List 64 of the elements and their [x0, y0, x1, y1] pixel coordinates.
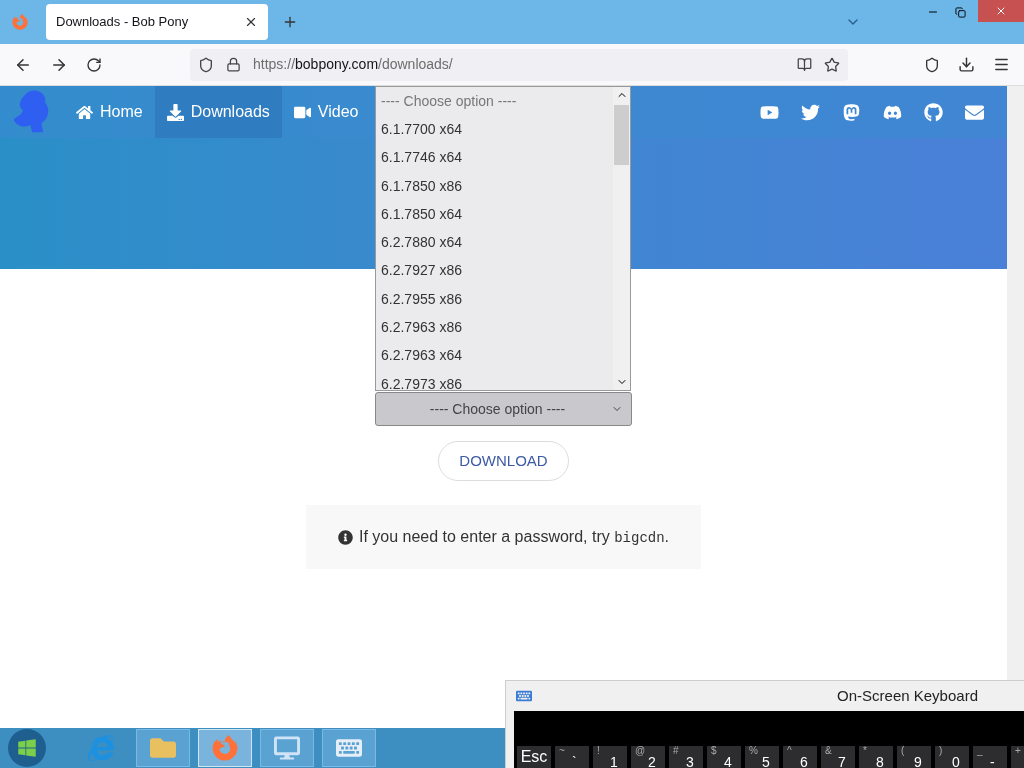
- folder-icon: [150, 735, 176, 761]
- dropdown-option[interactable]: 6.2.7880 x64: [381, 228, 613, 257]
- reload-icon[interactable]: [86, 56, 102, 73]
- download-icon: [166, 103, 184, 121]
- windows-logo-icon: [17, 738, 37, 758]
- keyboard-key[interactable]: ) 0: [935, 746, 969, 768]
- keyboard-key[interactable]: @ 2: [631, 746, 665, 768]
- dropdown-option[interactable]: 6.2.7963 x86: [381, 313, 613, 342]
- browser-icon: [88, 735, 114, 761]
- bookmark-star-icon[interactable]: [824, 56, 840, 73]
- address-bar[interactable]: https://bobpony.com/downloads/: [190, 48, 848, 81]
- keyboard-icon: [516, 688, 532, 704]
- restore-icon[interactable]: [955, 6, 966, 18]
- nav-link[interactable]: Downloads: [154, 86, 282, 138]
- scrollbar[interactable]: [613, 87, 630, 390]
- version-select[interactable]: ---- Choose option ----: [375, 392, 632, 426]
- dropdown-option[interactable]: 6.1.7700 x64: [381, 115, 613, 144]
- dropdown-option[interactable]: 6.1.7850 x86: [381, 171, 613, 201]
- taskbar-app[interactable]: [260, 729, 314, 767]
- nav-link[interactable]: Home: [64, 86, 155, 138]
- close-icon[interactable]: [244, 15, 258, 29]
- keyboard-key[interactable]: ~ `: [555, 746, 589, 768]
- downloads-icon[interactable]: [958, 56, 975, 73]
- keyboard-key[interactable]: +: [1011, 746, 1024, 768]
- firefox-icon: [212, 735, 238, 761]
- url-text: https://bobpony.com/downloads/: [253, 55, 454, 74]
- notice-text: If you need to enter a password, try bigcdn.: [358, 527, 670, 548]
- keyboard-key[interactable]: % 5: [745, 746, 779, 768]
- keyboard-key[interactable]: * 8: [859, 746, 893, 768]
- taskbar-app[interactable]: [322, 729, 376, 767]
- dropdown-option[interactable]: 6.2.7955 x86: [381, 285, 613, 314]
- shield-icon[interactable]: [198, 56, 214, 73]
- keyboard-key[interactable]: # 3: [669, 746, 703, 768]
- nav-link[interactable]: Video: [281, 86, 371, 138]
- keyboard-key[interactable]: ! 1: [593, 746, 627, 768]
- keyboard-key[interactable]: _ -: [973, 746, 1007, 768]
- dropdown-option[interactable]: ---- Choose option ----: [381, 87, 613, 116]
- keyboard-key[interactable]: ^ 6: [783, 746, 817, 768]
- download-button[interactable]: DOWNLOAD: [438, 441, 569, 481]
- reader-view-icon[interactable]: [797, 57, 812, 72]
- keyboard-key[interactable]: & 7: [821, 746, 855, 768]
- dropdown-option[interactable]: 6.2.7963 x64: [381, 341, 613, 370]
- house-icon: [76, 103, 93, 121]
- start-button[interactable]: [8, 729, 46, 767]
- mail-icon[interactable]: [965, 102, 984, 122]
- dropdown-option[interactable]: 6.1.7746 x64: [381, 143, 613, 172]
- info-icon: [337, 529, 353, 545]
- github-icon[interactable]: [924, 102, 943, 122]
- lock-icon[interactable]: [226, 57, 241, 72]
- dropdown-option[interactable]: 6.2.7973 x86: [381, 369, 613, 390]
- twitter-icon[interactable]: [801, 102, 820, 122]
- close-icon: [995, 5, 1007, 17]
- keyboard-key[interactable]: ( 9: [897, 746, 931, 768]
- keyboard-key[interactable]: $ 4: [707, 746, 741, 768]
- menu-icon[interactable]: [993, 56, 1010, 73]
- scroll-thumb[interactable]: [614, 105, 629, 165]
- keyboard-key[interactable]: Esc: [517, 746, 551, 768]
- monitor-icon: [274, 735, 300, 761]
- browser-tab[interactable]: Downloads - Bob Pony: [46, 4, 268, 40]
- dropdown-option[interactable]: 6.1.7850 x64: [381, 200, 613, 229]
- new-tab-icon[interactable]: [282, 14, 298, 30]
- mastodon-icon[interactable]: [842, 102, 861, 122]
- window-title: On-Screen Keyboard: [837, 685, 978, 706]
- dropdown-option[interactable]: 6.2.7927 x86: [381, 256, 613, 286]
